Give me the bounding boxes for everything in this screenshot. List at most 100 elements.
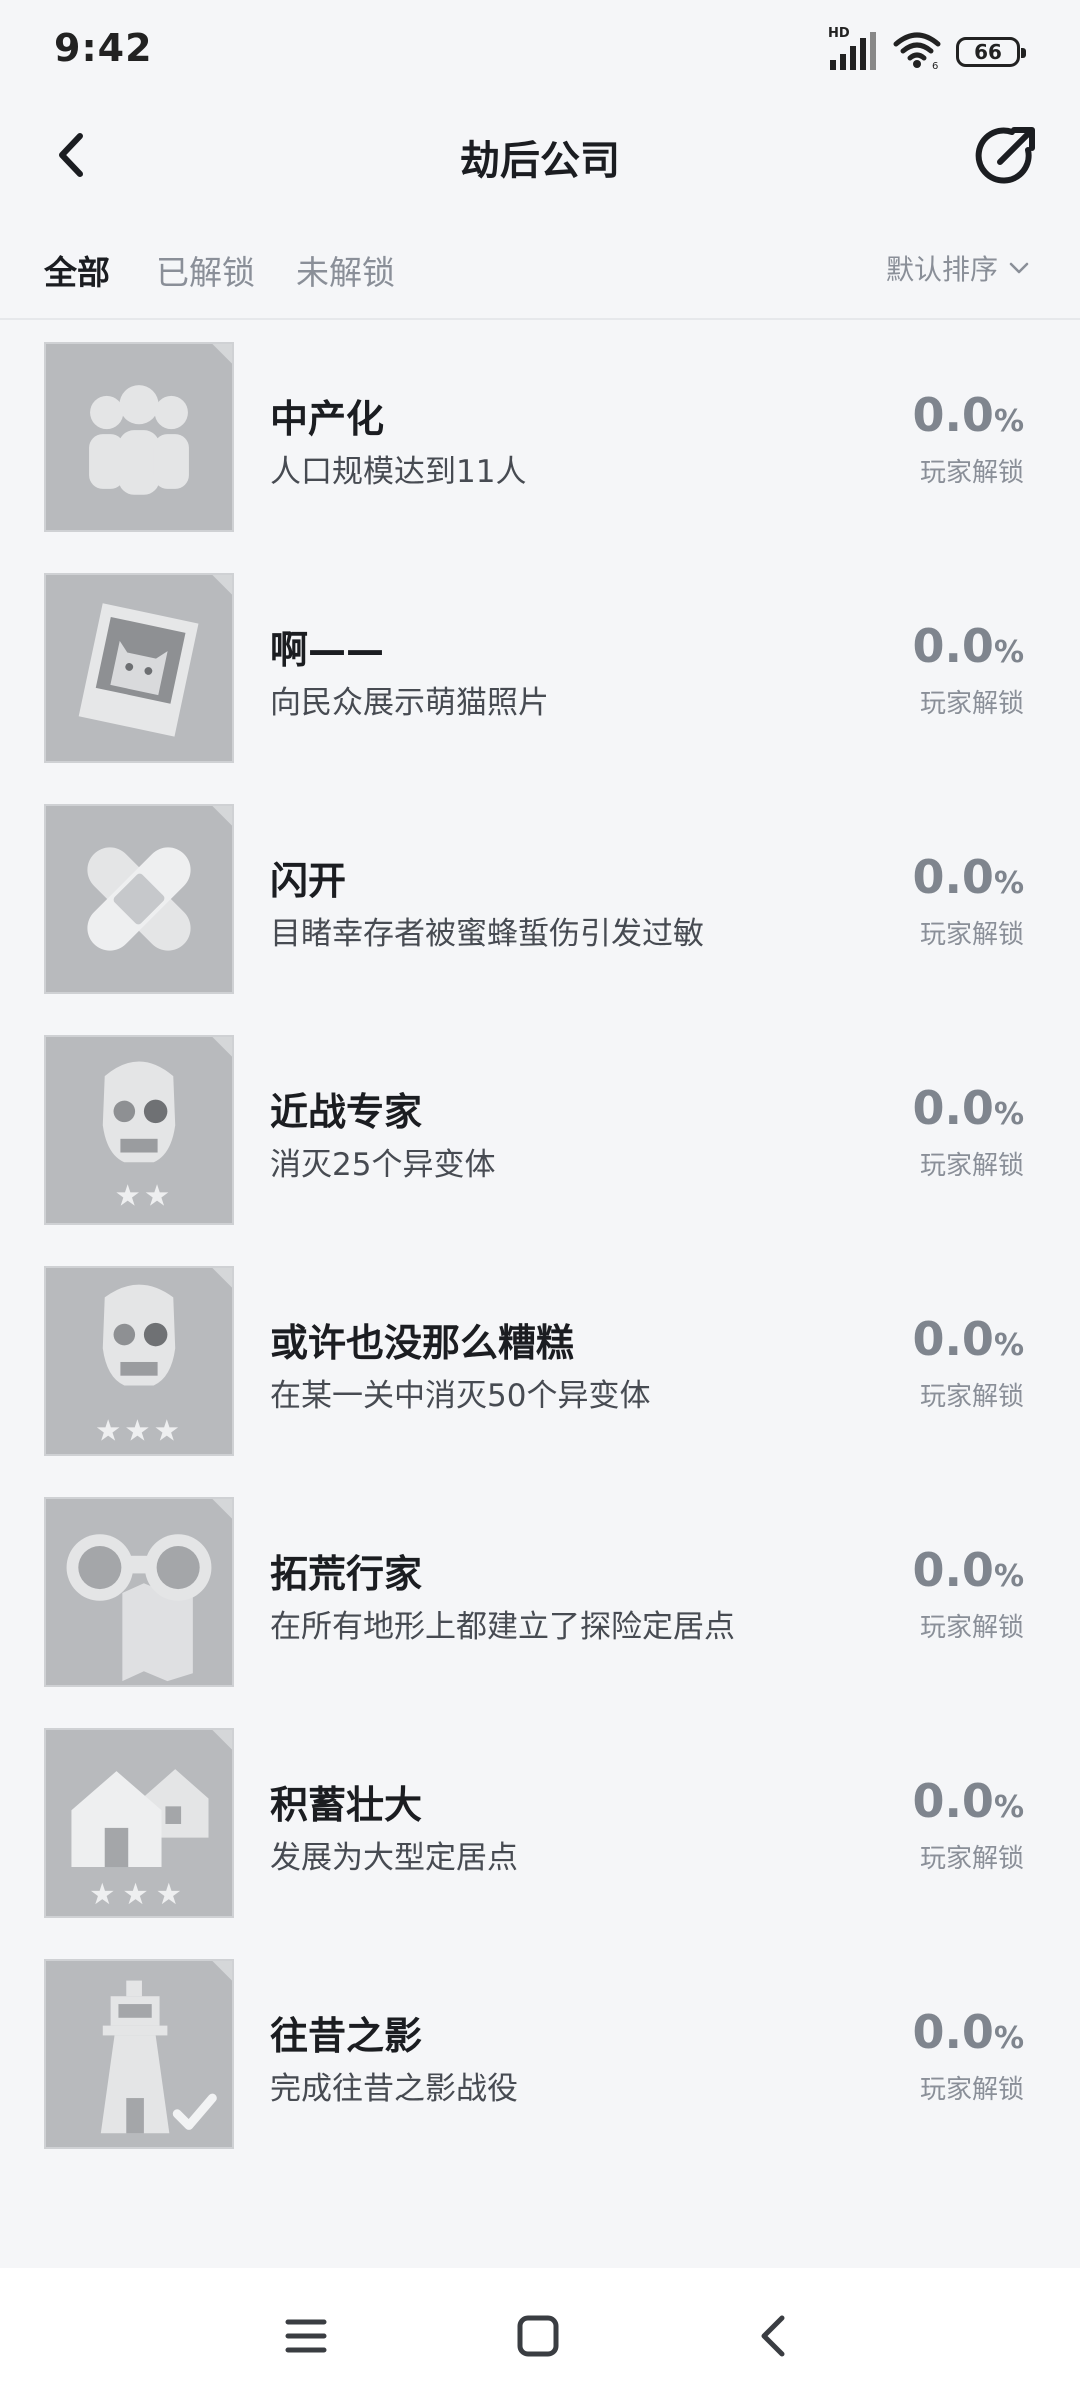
tab-all[interactable]: 全部 xyxy=(44,246,110,294)
pct-value: 0.0 xyxy=(912,850,994,904)
achievement-title: 积蓄壮大 xyxy=(270,1783,423,1827)
svg-text:★: ★ xyxy=(154,1413,180,1447)
pct-unit: % xyxy=(993,404,1024,439)
svg-text:★: ★ xyxy=(122,1877,148,1911)
unlock-label: 玩家解锁 xyxy=(919,1613,1024,1643)
achievement-list: 中产化 人口规模达到11人 0.0% 玩家解锁 啊—— 向民众展示萌猫照片 0.… xyxy=(0,336,1080,2184)
filter-tabs: 全部 已解锁 未解锁 默认排序 xyxy=(0,230,1080,320)
svg-text:★: ★ xyxy=(124,1413,150,1447)
home-square-icon xyxy=(517,2315,559,2357)
pct-value: 0.0 xyxy=(912,1774,994,1828)
chevron-down-icon xyxy=(1009,262,1029,274)
pct-value: 0.0 xyxy=(912,1312,994,1366)
status-icons: HD 6 66 xyxy=(828,26,1026,74)
pct-value: 0.0 xyxy=(912,1543,994,1597)
achievement-row[interactable]: 啊—— 向民众展示萌猫照片 0.0% 玩家解锁 xyxy=(0,567,1080,798)
bandage-icon xyxy=(44,804,234,994)
pct-unit: % xyxy=(993,635,1024,670)
pct-unit: % xyxy=(993,1790,1024,1825)
system-nav-bar xyxy=(0,2268,1080,2400)
unlock-percentage: 0.0% xyxy=(912,1543,1024,1597)
achievement-desc: 目睹幸存者被蜜蜂蜇伤引发过敏 xyxy=(270,916,704,952)
pct-value: 0.0 xyxy=(912,619,994,673)
svg-text:★: ★ xyxy=(89,1877,115,1911)
pct-unit: % xyxy=(993,1559,1024,1594)
achievement-row[interactable]: 中产化 人口规模达到11人 0.0% 玩家解锁 xyxy=(0,336,1080,567)
sort-label: 默认排序 xyxy=(885,253,998,286)
home-button[interactable] xyxy=(508,2306,568,2366)
page-title: 劫后公司 xyxy=(460,138,620,184)
unlock-label: 玩家解锁 xyxy=(919,1382,1024,1412)
pct-unit: % xyxy=(993,1097,1024,1132)
unlock-label: 玩家解锁 xyxy=(919,2075,1024,2105)
system-back-button[interactable] xyxy=(744,2306,804,2366)
achievement-desc: 在某一关中消灭50个异变体 xyxy=(270,1378,651,1414)
achievement-row[interactable]: 闪开 目睹幸存者被蜜蜂蜇伤引发过敏 0.0% 玩家解锁 xyxy=(0,798,1080,1029)
unlock-label: 玩家解锁 xyxy=(919,920,1024,950)
unlock-percentage: 0.0% xyxy=(912,1774,1024,1828)
pct-unit: % xyxy=(993,2021,1024,2056)
svg-text:★: ★ xyxy=(156,1877,182,1911)
status-bar: 9:42 HD 6 66 xyxy=(0,0,1080,100)
tabs-divider xyxy=(0,318,1080,320)
people-icon xyxy=(44,342,234,532)
achievement-title: 啊—— xyxy=(270,628,385,672)
achievement-desc: 人口规模达到11人 xyxy=(270,454,527,490)
houses-three-stars-icon: ★ ★ ★ xyxy=(44,1728,234,1918)
signal-icon: HD xyxy=(828,26,878,72)
achievement-title: 或许也没那么糟糕 xyxy=(270,1321,575,1365)
unlock-percentage: 0.0% xyxy=(912,1312,1024,1366)
menu-button[interactable] xyxy=(276,2306,336,2366)
menu-icon xyxy=(285,2319,327,2353)
achievement-desc: 在所有地形上都建立了探险定居点 xyxy=(270,1609,735,1645)
svg-text:★: ★ xyxy=(144,1178,170,1212)
unlock-label: 玩家解锁 xyxy=(919,458,1024,488)
svg-text:★: ★ xyxy=(115,1178,141,1212)
achievement-title: 近战专家 xyxy=(270,1090,423,1134)
unlock-percentage: 0.0% xyxy=(912,388,1024,442)
unlock-label: 玩家解锁 xyxy=(919,1151,1024,1181)
pct-value: 0.0 xyxy=(912,1081,994,1135)
zombie-two-stars-icon: ★ ★ xyxy=(44,1035,234,1225)
battery-level: 66 xyxy=(974,40,1002,64)
svg-text:6: 6 xyxy=(932,61,938,70)
cat-photo-icon xyxy=(44,573,234,763)
unlock-percentage: 0.0% xyxy=(912,2005,1024,2059)
share-button[interactable] xyxy=(970,120,1042,192)
achievement-title: 闪开 xyxy=(270,859,347,903)
achievement-row[interactable]: ★ ★ 近战专家 消灭25个异变体 0.0% 玩家解锁 xyxy=(0,1029,1080,1260)
achievement-title: 往昔之影 xyxy=(270,2014,423,2058)
achievement-title: 拓荒行家 xyxy=(270,1552,423,1596)
lighthouse-check-icon xyxy=(44,1959,234,2149)
unlock-percentage: 0.0% xyxy=(912,1081,1024,1135)
unlock-label: 玩家解锁 xyxy=(919,689,1024,719)
tab-unlocked[interactable]: 已解锁 xyxy=(156,246,255,294)
achievement-row[interactable]: ★ ★ ★ 积蓄壮大 发展为大型定居点 0.0% 玩家解锁 xyxy=(0,1722,1080,1953)
battery-icon: 66 xyxy=(956,37,1026,67)
achievement-desc: 消灭25个异变体 xyxy=(270,1147,496,1183)
achievement-row[interactable]: 拓荒行家 在所有地形上都建立了探险定居点 0.0% 玩家解锁 xyxy=(0,1491,1080,1722)
header: 劫后公司 xyxy=(0,100,1080,210)
achievement-row[interactable]: 往昔之影 完成往昔之影战役 0.0% 玩家解锁 xyxy=(0,1953,1080,2184)
sort-dropdown[interactable]: 默认排序 xyxy=(886,248,1032,288)
achievement-row[interactable]: ★ ★ ★ 或许也没那么糟糕 在某一关中消灭50个异变体 0.0% 玩家解锁 xyxy=(0,1260,1080,1491)
tab-locked[interactable]: 未解锁 xyxy=(296,246,395,294)
unlock-label: 玩家解锁 xyxy=(919,1844,1024,1874)
achievement-desc: 发展为大型定居点 xyxy=(270,1840,518,1876)
back-triangle-icon xyxy=(761,2315,785,2357)
zombie-three-stars-icon: ★ ★ ★ xyxy=(44,1266,234,1456)
svg-text:★: ★ xyxy=(95,1413,121,1447)
pct-value: 0.0 xyxy=(912,388,994,442)
achievement-desc: 向民众展示萌猫照片 xyxy=(270,685,549,721)
share-icon xyxy=(975,127,1035,184)
pct-unit: % xyxy=(993,1328,1024,1363)
binoculars-map-icon xyxy=(44,1497,234,1687)
hd-badge: HD xyxy=(828,26,850,41)
screen: 9:42 HD 6 66 劫后公司 全部 已解锁 未解锁 默认排序 中产化 人口… xyxy=(0,0,1080,2400)
unlock-percentage: 0.0% xyxy=(912,619,1024,673)
achievement-desc: 完成往昔之影战役 xyxy=(270,2071,518,2107)
wifi-icon: 6 xyxy=(892,30,942,74)
pct-unit: % xyxy=(993,866,1024,901)
pct-value: 0.0 xyxy=(912,2005,994,2059)
achievement-title: 中产化 xyxy=(270,397,385,441)
